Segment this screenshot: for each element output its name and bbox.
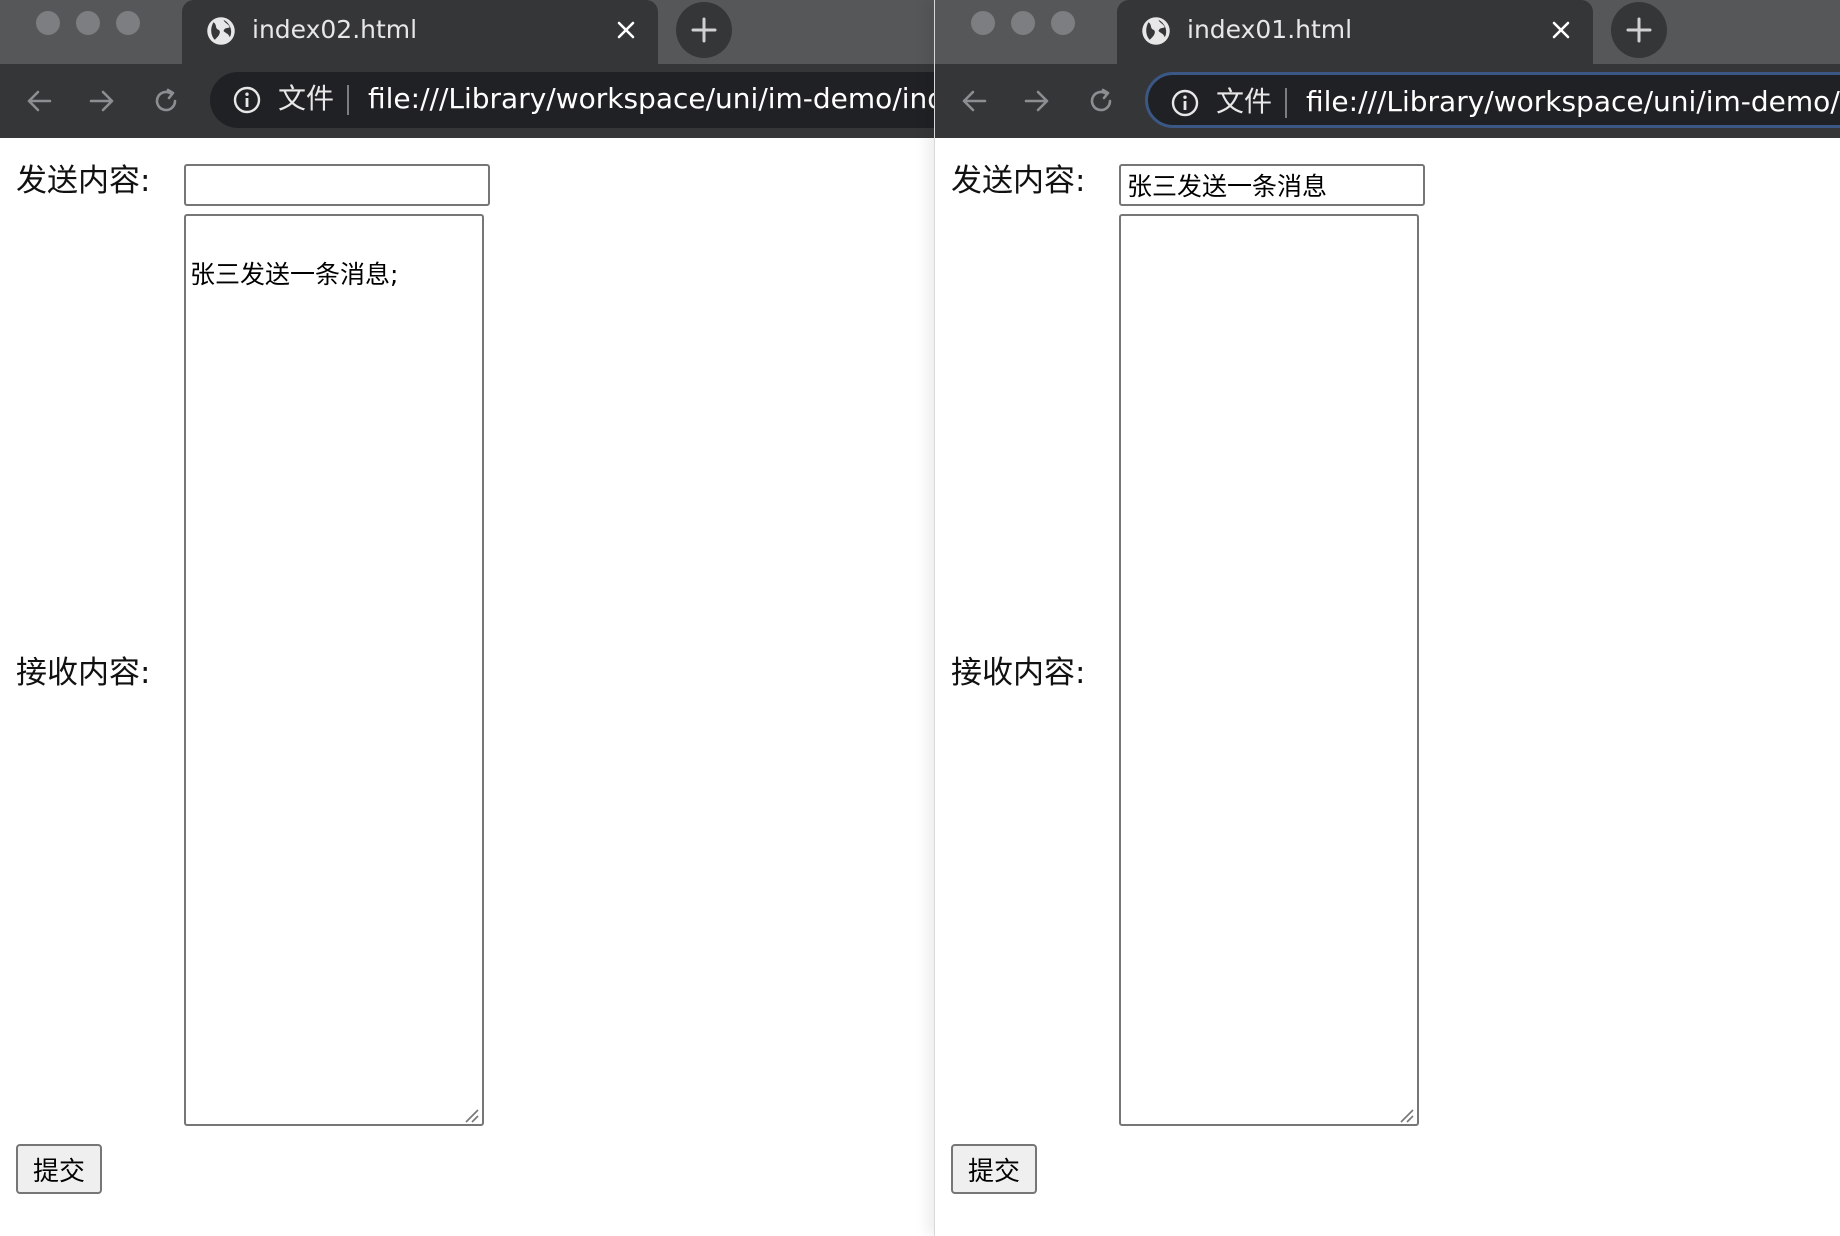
info-icon[interactable] — [232, 85, 262, 115]
close-icon — [617, 21, 635, 39]
new-tab-button[interactable] — [1611, 2, 1667, 58]
arrow-left-icon — [962, 90, 987, 112]
plus-icon — [1626, 17, 1652, 43]
send-input[interactable] — [1119, 164, 1425, 206]
address-bar[interactable]: 文件 file:///Library/workspace/uni/im-demo… — [1145, 72, 1840, 128]
close-window-button[interactable] — [36, 11, 60, 35]
send-label: 发送内容: — [951, 163, 1086, 199]
browser-toolbar: 文件 file:///Library/workspace/uni/im-demo… — [935, 64, 1840, 138]
tab-bar: index01.html — [935, 0, 1840, 64]
plus-icon — [691, 17, 717, 43]
url-text[interactable]: file:///Library/workspace/uni/im-demo/in… — [1306, 85, 1840, 119]
zoom-window-button[interactable] — [1051, 11, 1075, 35]
active-tab[interactable]: index01.html — [1117, 0, 1593, 64]
page-content: 发送内容: 接收内容: 提交 — [935, 138, 1840, 1236]
submit-button[interactable]: 提交 — [951, 1144, 1037, 1194]
back-button[interactable] — [955, 82, 993, 120]
arrow-right-icon — [89, 90, 114, 112]
url-text[interactable]: file:///Library/workspace/uni/im-demo/in… — [368, 82, 934, 116]
send-input[interactable] — [184, 164, 490, 206]
forward-button[interactable] — [1018, 82, 1056, 120]
tab-title: index01.html — [1187, 15, 1353, 44]
close-icon — [1552, 21, 1570, 39]
submit-button[interactable]: 提交 — [16, 1144, 102, 1194]
close-window-button[interactable] — [971, 11, 995, 35]
reload-button[interactable] — [147, 82, 185, 120]
receive-textarea[interactable]: 张三发送一条消息; — [184, 214, 484, 1126]
window-controls — [36, 11, 140, 35]
info-icon[interactable] — [1170, 88, 1200, 118]
scheme-label: 文件 — [278, 82, 335, 115]
back-button[interactable] — [20, 82, 58, 120]
receive-label: 接收内容: — [951, 655, 1086, 691]
reload-icon — [1090, 88, 1112, 112]
reload-button[interactable] — [1082, 82, 1120, 120]
minimize-window-button[interactable] — [1011, 11, 1035, 35]
scheme-label: 文件 — [1216, 85, 1273, 118]
browser-window-left: index02.html 文件 file:///Library/workspac… — [0, 0, 934, 1236]
active-tab[interactable]: index02.html — [182, 0, 658, 64]
arrow-right-icon — [1024, 90, 1049, 112]
globe-icon — [1142, 17, 1170, 45]
globe-icon — [207, 17, 235, 45]
tab-bar: index02.html — [0, 0, 934, 64]
arrow-left-icon — [27, 90, 52, 112]
receive-label: 接收内容: — [16, 655, 151, 691]
window-controls — [971, 11, 1075, 35]
browser-toolbar: 文件 file:///Library/workspace/uni/im-demo… — [0, 64, 934, 138]
browser-window-right: index01.html 文件 file:///Library/workspac… — [934, 0, 1840, 1236]
resize-grip-icon[interactable] — [1397, 1106, 1415, 1124]
send-label: 发送内容: — [16, 163, 151, 199]
minimize-window-button[interactable] — [76, 11, 100, 35]
address-divider — [1285, 88, 1287, 118]
zoom-window-button[interactable] — [116, 11, 140, 35]
receive-textarea[interactable] — [1119, 214, 1419, 1126]
tab-title: index02.html — [252, 15, 418, 44]
tab-close-button[interactable] — [1543, 12, 1579, 48]
forward-button[interactable] — [83, 82, 121, 120]
tab-close-button[interactable] — [608, 12, 644, 48]
resize-grip-icon[interactable] — [462, 1106, 480, 1124]
new-tab-button[interactable] — [676, 2, 732, 58]
reload-icon — [155, 88, 177, 112]
page-content: 发送内容: 接收内容: 张三发送一条消息; 提交 — [0, 138, 934, 1236]
address-bar[interactable]: 文件 file:///Library/workspace/uni/im-demo… — [210, 72, 934, 128]
address-divider — [347, 85, 349, 115]
